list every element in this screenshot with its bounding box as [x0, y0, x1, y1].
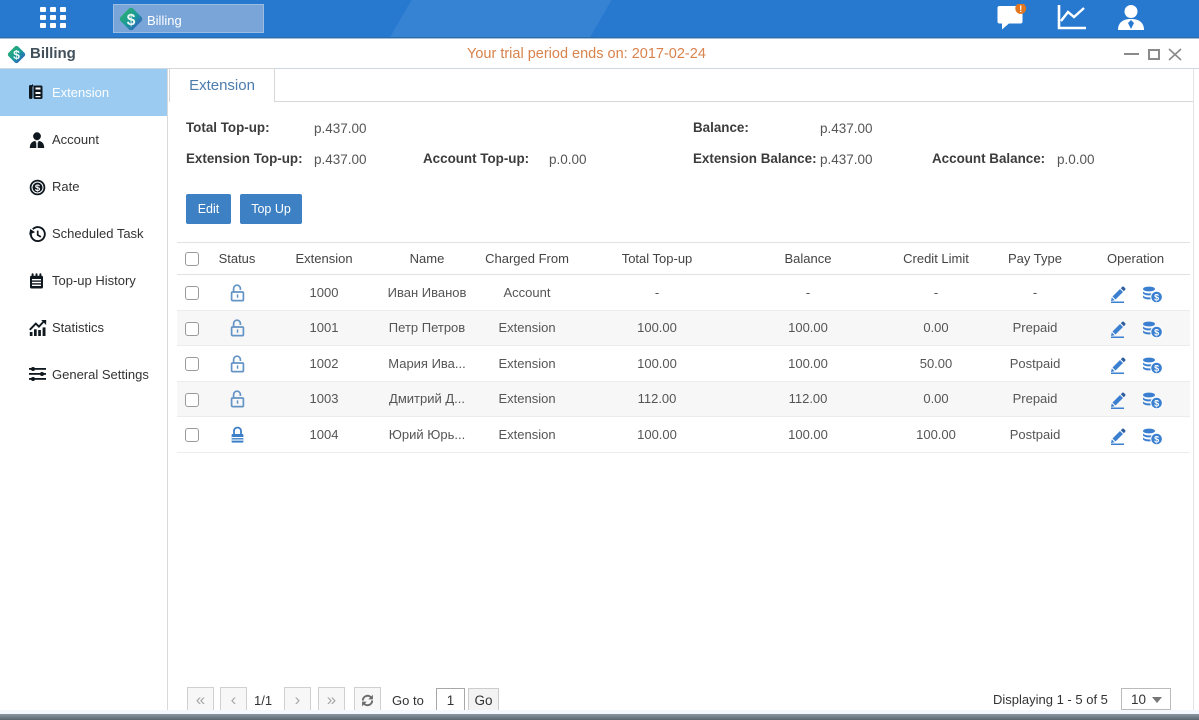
- svg-text:$: $: [1154, 434, 1159, 444]
- svg-text:$: $: [1154, 363, 1159, 373]
- svg-text:$: $: [1154, 292, 1159, 302]
- svg-text:!: !: [1019, 4, 1022, 14]
- svg-text:$: $: [1154, 328, 1159, 338]
- svg-text:$: $: [1154, 399, 1159, 409]
- svg-text:$: $: [35, 183, 41, 194]
- svg-text:$: $: [127, 12, 136, 29]
- svg-text:$: $: [13, 48, 20, 62]
